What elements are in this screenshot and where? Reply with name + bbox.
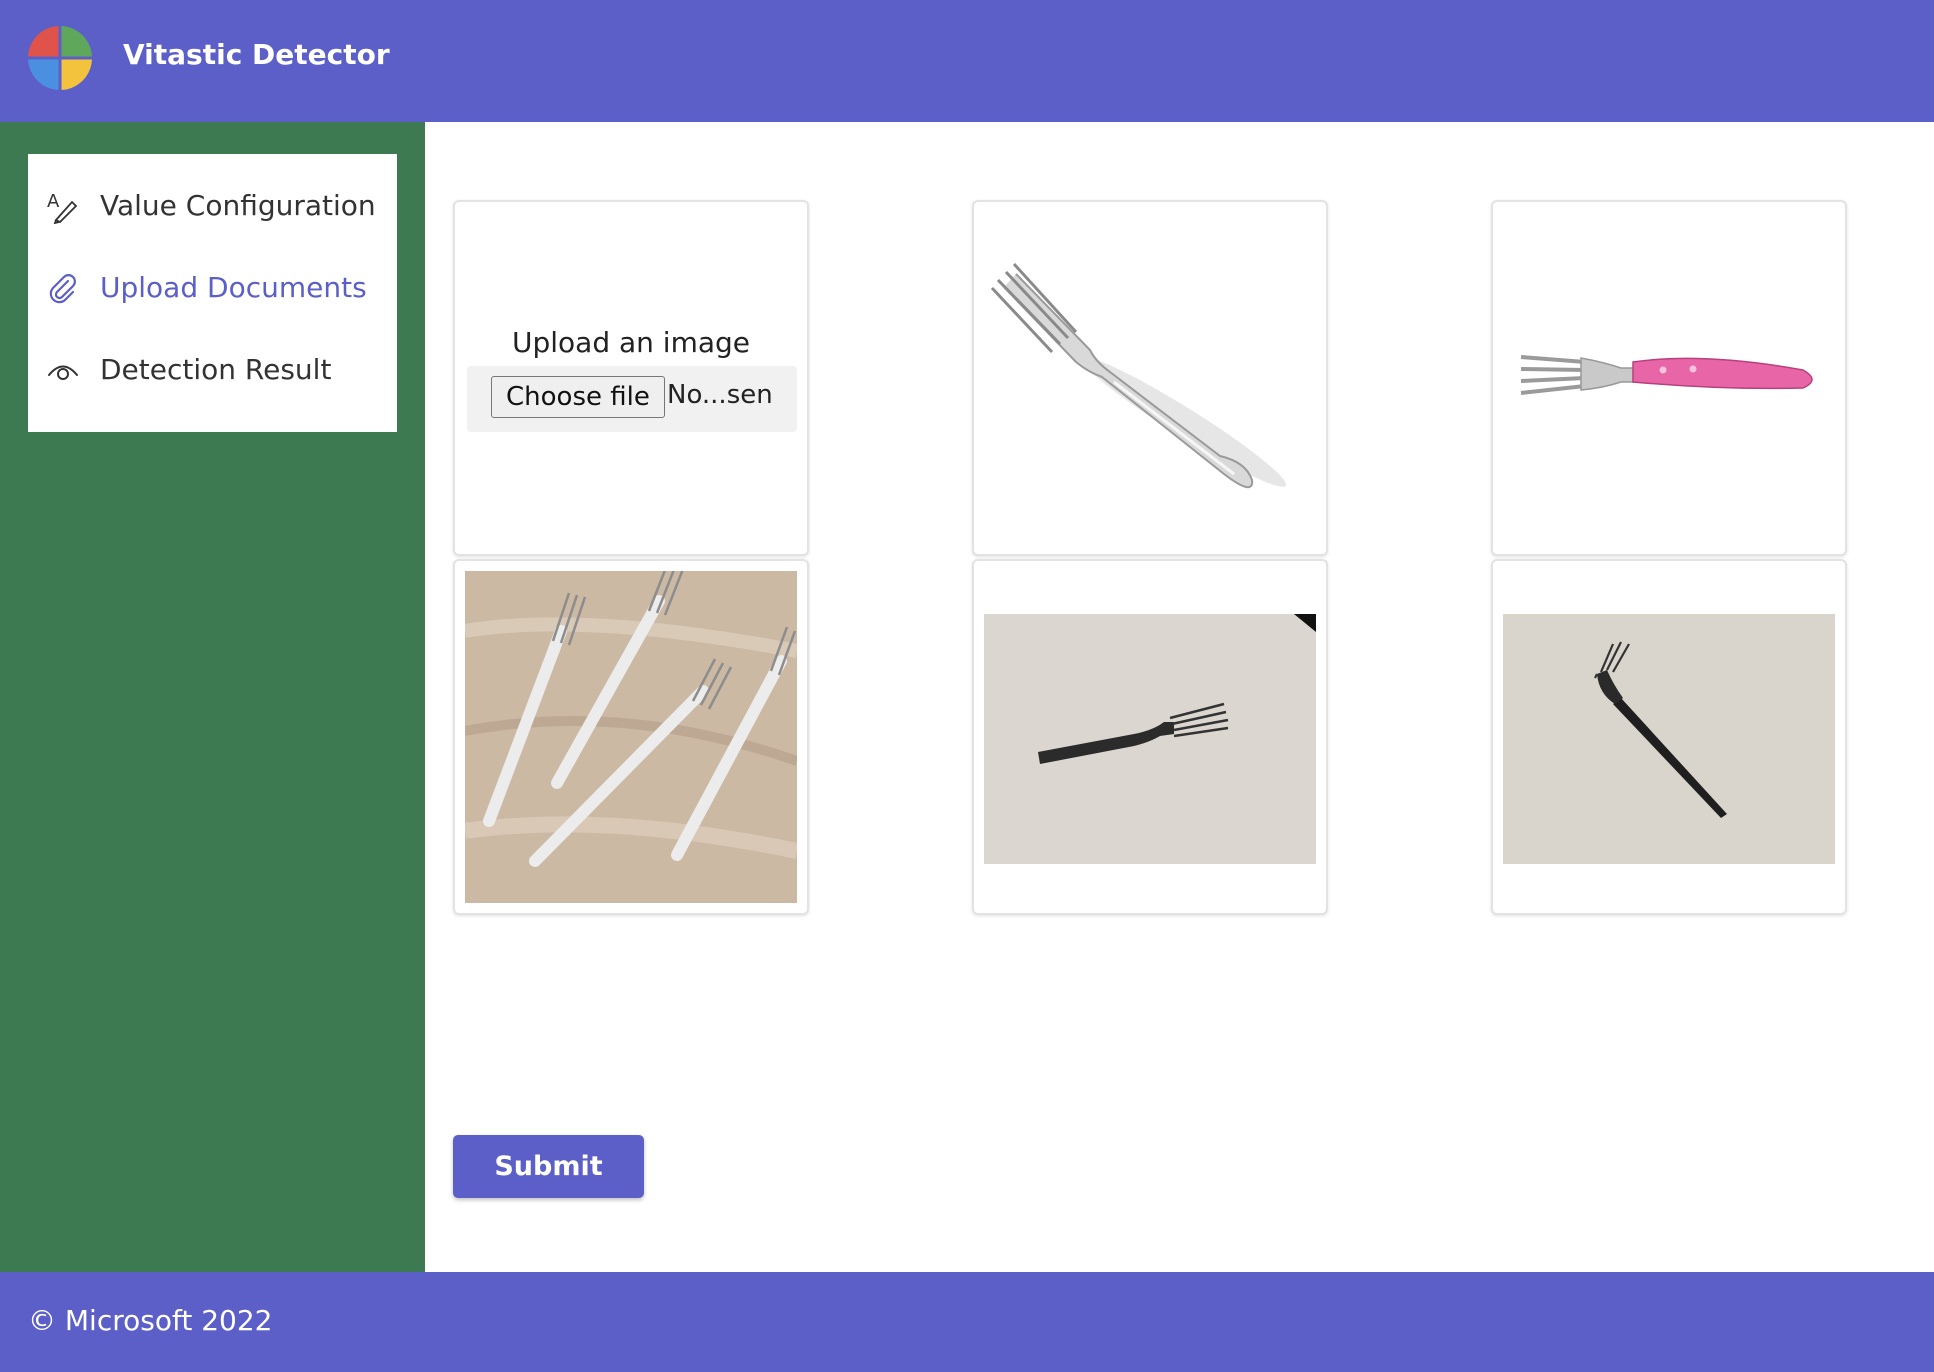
choose-file-button[interactable]: Choose file <box>491 376 665 418</box>
submit-button[interactable]: Submit <box>453 1135 644 1198</box>
sidebar-item-value-configuration[interactable]: A Value Configuration <box>28 176 397 236</box>
image-card[interactable] <box>1491 200 1847 556</box>
image-card[interactable] <box>972 559 1328 915</box>
fork-image <box>1503 212 1835 544</box>
image-card[interactable] <box>453 559 809 915</box>
image-card[interactable] <box>972 200 1328 556</box>
fork-image <box>984 614 1316 864</box>
sidebar-item-upload-documents[interactable]: Upload Documents <box>28 258 397 318</box>
copyright-text: © Microsoft 2022 <box>28 1304 273 1337</box>
sidebar-item-label: Detection Result <box>100 353 332 386</box>
paperclip-icon <box>49 274 76 304</box>
sidebar-item-detection-result[interactable]: Detection Result <box>28 340 397 400</box>
upload-caption: Upload an image <box>511 326 751 359</box>
eye-icon <box>48 365 78 380</box>
file-status-text: No...sen <box>667 380 773 410</box>
svg-text:A: A <box>47 191 60 212</box>
app-title: Vitastic Detector <box>123 38 390 71</box>
sidebar-item-label: Value Configuration <box>100 189 376 222</box>
main-content: Upload an image Choose file No...sen Sub… <box>425 122 1934 1272</box>
image-card[interactable] <box>1491 559 1847 915</box>
upload-card: Upload an image Choose file No...sen <box>453 200 809 556</box>
pen-text-icon: A <box>47 191 78 224</box>
app-header: Vitastic Detector <box>0 0 1934 122</box>
fork-image <box>465 571 797 903</box>
app-footer: © Microsoft 2022 <box>0 1272 1934 1372</box>
file-input[interactable]: Choose file No...sen <box>467 366 797 432</box>
app-logo-icon <box>28 26 92 90</box>
sidebar: A Value Configuration Upload Documents D… <box>0 122 425 1272</box>
fork-image <box>1503 614 1835 864</box>
fork-image <box>984 212 1316 544</box>
sidebar-nav: A Value Configuration Upload Documents D… <box>28 154 397 432</box>
sidebar-item-label: Upload Documents <box>100 271 367 304</box>
